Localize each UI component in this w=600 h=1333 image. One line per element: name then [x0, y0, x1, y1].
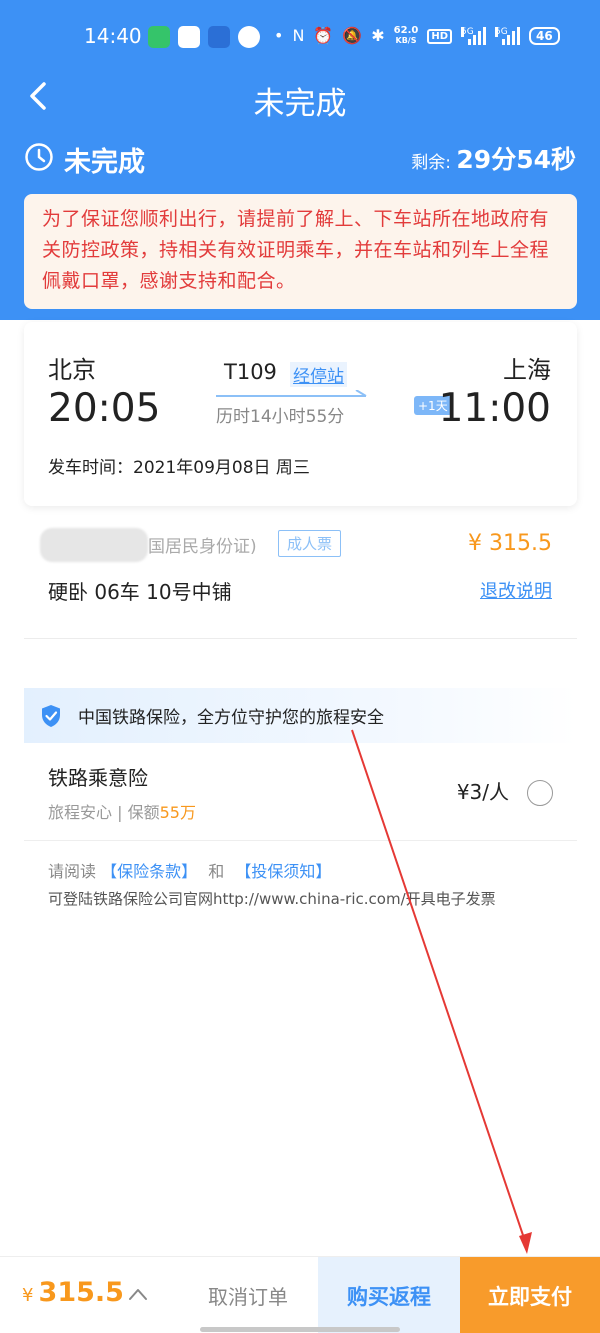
invoice-site-text: 可登陆铁路保险公司官网http://www.china-ric.com/开具电子… [48, 890, 496, 908]
home-indicator[interactable] [200, 1327, 400, 1332]
video-app-icon [148, 26, 170, 48]
insurance-banner: 中国铁路保险，全方位守护您的旅程安全 [78, 708, 384, 728]
ticket-type-badge: 成人票 [278, 530, 342, 557]
insurance-card: 中国铁路保险，全方位守护您的旅程安全 铁路乘意险 旅程安心 | 保额55万 ¥3… [24, 688, 577, 914]
order-status-label: 未完成 [64, 147, 145, 178]
trip-duration: 历时14小时55分 [216, 407, 345, 427]
insurance-price: ¥3/人 [456, 780, 509, 804]
pay-now-button[interactable]: 立即支付 [460, 1257, 600, 1333]
bottom-action-bar: ¥ 315.5 取消订单 购买返程 立即支付 [0, 1256, 600, 1333]
departure-date: 发车时间：2021年09月08日 周三 [48, 458, 310, 478]
insurance-terms-row: 请阅读 【保险条款】 和 【投保须知】 [48, 862, 332, 881]
insurance-name: 铁路乘意险 [48, 766, 148, 790]
divider [24, 638, 577, 639]
battery-icon: 46 [529, 27, 560, 45]
passenger-name-blurred [40, 528, 148, 562]
chevron-up-icon[interactable] [128, 1287, 148, 1301]
signal-2-icon: 5G [495, 27, 521, 45]
net-speed: 62.0 KB/S [393, 25, 419, 46]
bluetooth-icon: ✱ [371, 26, 385, 45]
signal-1-icon: 5G [461, 27, 487, 45]
map-pin-app-icon [238, 26, 260, 48]
route-arrow-icon [216, 390, 367, 397]
alarm-icon: ⏰ [313, 26, 334, 45]
total-price: ¥ 315.5 [22, 1277, 124, 1308]
insurance-notice-link[interactable]: 【投保须知】 [235, 862, 331, 881]
translate-app-icon [208, 26, 230, 48]
remaining-time: 剩余: 29分54秒 [411, 145, 576, 174]
hd-badge: HD [427, 28, 453, 44]
status-right-icons: • N ⏰ 🔕 ✱ 62.0 KB/S HD 5G 5G 46 [274, 26, 560, 46]
status-app-icons [148, 26, 260, 48]
insurance-description: 旅程安心 | 保额55万 [48, 803, 196, 822]
arrival-city: 上海 [503, 356, 551, 384]
refund-policy-link[interactable]: 退改说明 [480, 577, 552, 603]
cancel-order-button[interactable]: 取消订单 [178, 1257, 318, 1333]
status-bar: 14:40 • N ⏰ 🔕 ✱ 62.0 KB/S HD 5G 5G 46 [0, 0, 600, 72]
seat-info: 硬卧 06车 10号中铺 [48, 580, 232, 604]
page-title: 未完成 [253, 86, 347, 122]
departure-time: 20:05 [48, 386, 161, 431]
ticket-price: ¥ 315.5 [468, 531, 552, 556]
arrival-time: 11:00 [438, 386, 551, 431]
bell-off-icon: 🔕 [342, 26, 363, 45]
train-info-card: 北京 20:05 T109 经停站 历时14小时55分 +1天 上海 11:00… [24, 322, 577, 506]
notes-app-icon [178, 26, 200, 48]
dot-icon: • [274, 26, 284, 45]
train-number: T109 [224, 360, 277, 384]
passenger-id-type: 国居民身份证) [148, 537, 257, 557]
stops-link[interactable]: 经停站 [290, 362, 347, 387]
status-time: 14:40 [84, 24, 142, 48]
departure-city: 北京 [48, 356, 96, 384]
insurance-divider [24, 840, 577, 841]
epidemic-notice: 为了保证您顺利出行，请提前了解上、下车站所在地政府有关防控政策，持相关有效证明乘… [24, 194, 577, 309]
nfc-icon: N [292, 26, 305, 45]
insurance-select-radio[interactable] [527, 780, 553, 806]
clock-icon [25, 143, 53, 171]
buy-return-button[interactable]: 购买返程 [318, 1257, 460, 1333]
insurance-terms-link[interactable]: 【保险条款】 [101, 862, 197, 881]
shield-check-icon [42, 705, 60, 727]
